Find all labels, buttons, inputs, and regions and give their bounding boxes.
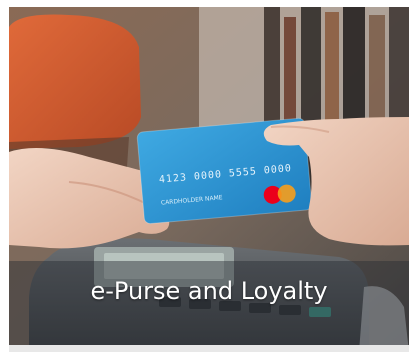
e-purse-loyalty-tile[interactable]: 4123 0000 5555 0000 CARDHOLDER NAME e-Pu… [9,7,409,352]
tile-bottom-edge [9,345,409,352]
tile-caption: e-Purse and Loyalty [90,277,328,305]
orange-chair [9,14,141,149]
